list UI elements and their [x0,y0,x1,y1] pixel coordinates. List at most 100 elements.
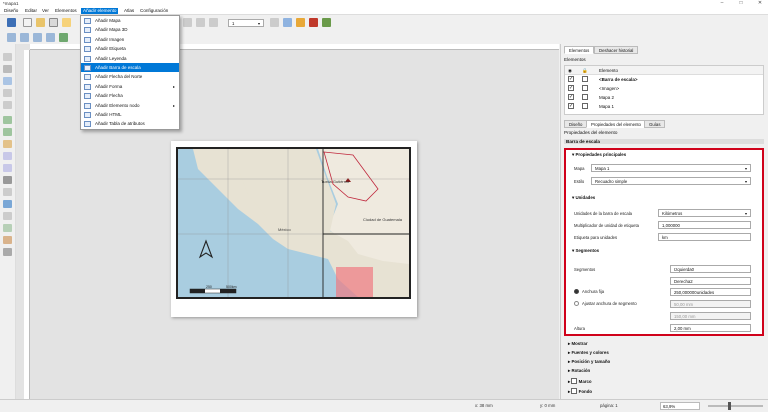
export-image-icon[interactable] [296,18,305,27]
visibility-checkbox[interactable]: ✓ [568,76,574,82]
menu-item-add-html[interactable]: Añadir HTML [81,110,179,119]
section-mostrar[interactable]: ▸ Mostrar [568,341,588,347]
right-segments-spinbox[interactable]: Derecha2 [670,277,751,285]
add-html-icon[interactable] [3,236,12,244]
zoom-select[interactable]: 63,9% [660,402,700,410]
open-template-icon[interactable] [62,18,71,27]
prev-feature-icon[interactable] [196,18,205,27]
section-rotacion[interactable]: ▸ Rotación [568,368,590,374]
zoom-slider[interactable] [708,405,763,407]
fit-width-radio[interactable] [574,301,579,306]
tab-diseno[interactable]: Diseño [564,120,588,128]
section-posicion[interactable]: ▸ Posición y tamaño [568,359,610,365]
first-feature-icon[interactable] [183,18,192,27]
menu-item-add-scalebar[interactable]: Añadir Barra de escala [81,63,179,73]
list-item[interactable]: ✓ <Imagen> [565,84,763,93]
edit-nodes-icon[interactable] [3,101,12,109]
menu-item-add-shape[interactable]: Añadir Forma ▸ [81,82,179,91]
add-scalebar-icon[interactable] [3,176,12,184]
menu-item-add-image[interactable]: Añadir Imagen [81,35,179,44]
background-checkbox[interactable] [571,388,578,394]
menu-atlas[interactable]: Atlas [122,8,136,14]
add-arrow-icon[interactable] [3,212,12,220]
visibility-checkbox[interactable]: ✓ [568,94,574,100]
list-item[interactable]: ✓ Mapa 1 [565,102,763,111]
fit-max-input[interactable]: 150,00 mm [670,312,751,320]
add-table-icon[interactable] [3,248,12,256]
new-layout-icon[interactable] [23,18,32,27]
visibility-checkbox[interactable]: ✓ [568,85,574,91]
add-shape-icon[interactable] [3,200,12,208]
duplicate-icon[interactable] [36,18,45,27]
page-select[interactable]: 1 ▾ [228,19,264,27]
style-select[interactable]: Recuadro simple ▾ [591,177,751,185]
menu-item-add-label[interactable]: Añadir Etiqueta [81,44,179,53]
lock-checkbox[interactable] [582,85,588,91]
fixed-width-input[interactable]: 250,000000unidades [670,288,751,296]
add-map-icon[interactable] [3,116,12,124]
zoom-tool-icon[interactable] [3,65,12,73]
add-image-icon[interactable] [3,140,12,148]
add-3d-map-icon[interactable] [3,128,12,136]
lock-checkbox[interactable] [582,76,588,82]
fixed-width-radio[interactable] [574,289,579,294]
tab-elementos[interactable]: Elementos [564,46,595,54]
last-feature-icon[interactable] [270,18,279,27]
menu-editar[interactable]: Editar [23,8,39,14]
frame-checkbox[interactable] [571,378,578,384]
zoom-full-icon[interactable] [33,33,42,42]
section-marco[interactable]: ▸ Marco [568,377,592,385]
add-node-icon[interactable] [3,224,12,232]
tab-guias[interactable]: Guías [644,120,666,128]
fit-min-input[interactable]: 50,00 mm [670,300,751,308]
zoom-actual-icon[interactable] [46,33,55,42]
section-fondo[interactable]: ▸ Fondo [568,387,592,395]
units-select[interactable]: Kilómetros ▾ [658,209,751,217]
refresh-icon[interactable] [59,33,68,42]
list-item[interactable]: ✓ Mapa 2 [565,93,763,102]
menu-diseno[interactable]: Diseño [2,8,20,14]
zoom-in-icon[interactable] [7,33,16,42]
map-select[interactable]: Mapa 1 ▾ [591,164,751,172]
section-fuentes[interactable]: ▸ Fuentes y colores [568,350,609,356]
left-segments-spinbox[interactable]: Izquierda0 [670,265,751,273]
zoom-out-icon[interactable] [20,33,29,42]
menu-anadir-elemento[interactable]: Añadir elemento [81,8,119,14]
height-input[interactable]: 2,00 mm [670,324,751,332]
layout-manager-icon[interactable] [49,18,58,27]
multiplier-input[interactable]: 1,000000 [658,221,751,229]
menu-elementos[interactable]: Elementos [53,8,79,14]
minimize-button[interactable]: – [716,0,728,6]
section-units[interactable]: ▾ Unidades [572,195,595,201]
lock-checkbox[interactable] [582,94,588,100]
section-segments[interactable]: ▾ Segmentos [572,248,599,254]
section-main[interactable]: ▾ Propiedades principales [572,152,626,158]
zoom-slider-handle[interactable] [728,402,731,410]
menu-item-add-3d-map[interactable]: Añadir Mapa 3D [81,25,179,34]
menu-ver[interactable]: Ver [40,8,51,14]
menu-item-add-arrow[interactable]: Añadir Flecha [81,91,179,100]
map-frame[interactable]: Tuxtla Gutiérrez Ciudad de Guatemala Méx… [176,147,411,299]
maximize-button[interactable]: □ [735,0,747,6]
lock-checkbox[interactable] [582,103,588,109]
save-icon[interactable] [7,18,16,27]
add-label-icon[interactable] [3,152,12,160]
menu-item-add-attribute-table[interactable]: Añadir Tabla de atributos [81,119,179,128]
menu-item-add-node[interactable]: Añadir Elemento nodo ▸ [81,101,179,110]
add-legend-icon[interactable] [3,164,12,172]
add-north-arrow-icon[interactable] [3,188,12,196]
atlas-icon[interactable] [322,18,331,27]
tab-propiedades[interactable]: Propiedades del elemento [586,120,646,128]
export-pdf-icon[interactable] [309,18,318,27]
visibility-checkbox[interactable]: ✓ [568,103,574,109]
move-content-icon[interactable] [3,89,12,97]
close-button[interactable]: ✕ [754,0,766,6]
menu-item-add-legend[interactable]: Añadir Leyenda [81,54,179,63]
tab-deshacer[interactable]: Deshacer historial [594,46,639,54]
list-item[interactable]: ✓ <Barra de escala> [565,75,763,84]
menu-item-add-map[interactable]: Añadir Mapa [81,16,179,25]
menu-item-add-north-arrow[interactable]: Añadir Flecha del Norte [81,72,179,81]
select-icon[interactable] [3,77,12,85]
print-icon[interactable] [283,18,292,27]
menu-configuracion[interactable]: Configuración [138,8,170,14]
